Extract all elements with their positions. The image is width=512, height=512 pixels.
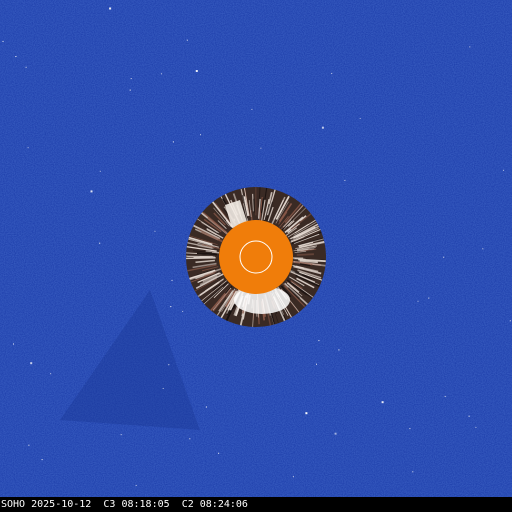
star bbox=[90, 190, 93, 193]
c2-streak bbox=[186, 257, 216, 260]
star bbox=[321, 126, 324, 129]
star bbox=[292, 476, 294, 478]
star bbox=[334, 432, 337, 435]
star bbox=[50, 373, 52, 375]
star bbox=[468, 415, 470, 417]
star bbox=[469, 46, 471, 48]
star bbox=[41, 459, 43, 461]
star bbox=[338, 349, 340, 351]
star bbox=[444, 395, 446, 397]
c3-label: C3 bbox=[103, 499, 116, 510]
star bbox=[161, 73, 163, 75]
star bbox=[130, 78, 132, 80]
c2-label: C2 bbox=[181, 499, 194, 510]
image-date: 2025-10-12 bbox=[31, 499, 92, 510]
star bbox=[129, 89, 131, 91]
star bbox=[331, 72, 333, 74]
star bbox=[172, 141, 174, 143]
star bbox=[27, 147, 29, 149]
star bbox=[359, 118, 361, 119]
star bbox=[205, 406, 207, 408]
star bbox=[412, 471, 414, 473]
star bbox=[13, 343, 14, 345]
star bbox=[509, 320, 511, 322]
observatory-label: SOHO bbox=[1, 499, 26, 510]
star bbox=[316, 363, 317, 365]
star bbox=[428, 297, 430, 299]
star bbox=[170, 306, 172, 308]
c2-streak bbox=[196, 252, 218, 256]
caption-bar: SOHO 2025-10-12 C3 08:18:05 C2 08:24:06 bbox=[0, 497, 512, 512]
c2-streak bbox=[253, 198, 255, 213]
star bbox=[305, 412, 308, 415]
star bbox=[443, 256, 445, 258]
c2-streak bbox=[296, 253, 314, 256]
occulter-disk bbox=[219, 220, 293, 294]
star bbox=[109, 7, 112, 10]
star bbox=[182, 310, 184, 312]
star bbox=[189, 438, 191, 440]
star bbox=[475, 426, 477, 428]
star bbox=[30, 362, 33, 365]
star bbox=[186, 39, 188, 41]
star bbox=[318, 340, 320, 342]
coronagraph-image bbox=[0, 0, 512, 512]
star bbox=[251, 108, 253, 110]
star bbox=[99, 242, 101, 244]
star bbox=[135, 484, 137, 486]
star bbox=[2, 40, 4, 42]
star bbox=[218, 452, 220, 454]
star bbox=[15, 56, 17, 57]
star bbox=[168, 364, 170, 366]
coronagraph-frame: SOHO 2025-10-12 C3 08:18:05 C2 08:24:06 bbox=[0, 0, 512, 512]
star bbox=[503, 169, 504, 171]
c3-time: 08:18:05 bbox=[121, 499, 170, 510]
star bbox=[28, 444, 30, 446]
star bbox=[162, 388, 164, 389]
star bbox=[200, 134, 201, 136]
star bbox=[260, 147, 262, 149]
star bbox=[120, 434, 122, 436]
star bbox=[482, 248, 484, 250]
star bbox=[195, 70, 198, 72]
star bbox=[154, 230, 156, 232]
star bbox=[409, 428, 411, 430]
star bbox=[171, 279, 173, 281]
c2-time: 08:24:06 bbox=[199, 499, 248, 510]
star bbox=[25, 66, 27, 68]
star bbox=[417, 300, 419, 302]
star bbox=[344, 179, 346, 181]
star bbox=[381, 401, 384, 404]
star bbox=[99, 170, 101, 172]
